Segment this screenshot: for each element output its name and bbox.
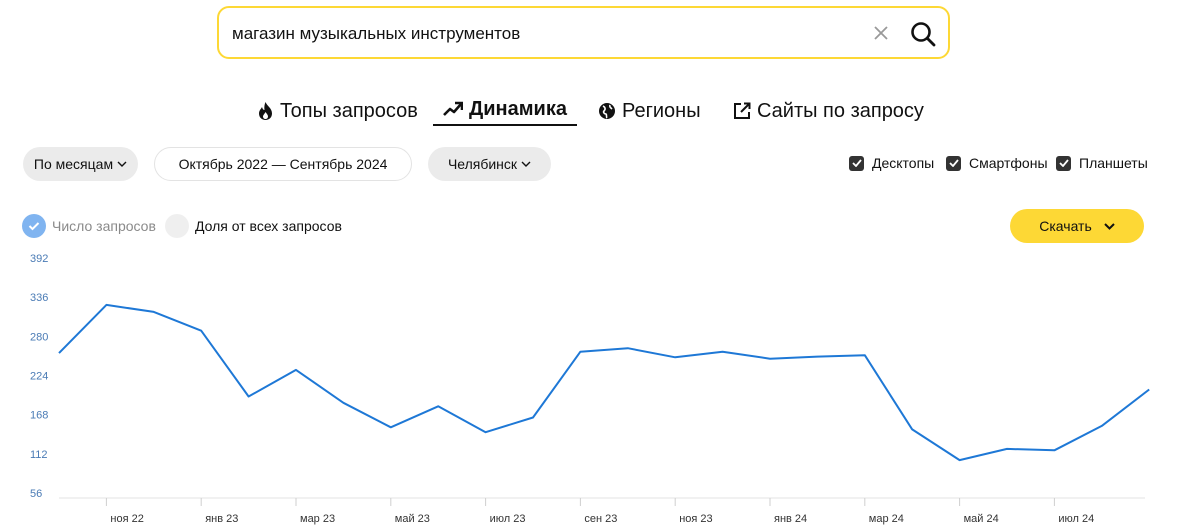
fire-icon: [259, 102, 272, 120]
chevron-down-icon: [521, 161, 531, 167]
tab-label: Сайты по запросу: [757, 99, 924, 122]
y-tick-label: 224: [30, 371, 48, 383]
data-point[interactable]: [764, 353, 776, 365]
checkbox-checked-icon[interactable]: [849, 155, 864, 171]
download-label: Скачать: [1039, 218, 1092, 234]
x-tick-label: янв 23: [205, 513, 238, 525]
tab-bar: Топы запросов Динамика Регионы Сайты по …: [0, 96, 1200, 128]
data-point[interactable]: [148, 306, 160, 318]
external-link-icon: [734, 102, 751, 119]
x-tick-label: мар 23: [300, 513, 335, 525]
x-tick-label: май 24: [964, 513, 999, 525]
device-smartphone-checkbox[interactable]: Смартфоны: [946, 155, 1048, 171]
metric-share-radio[interactable]: Доля от всех запросов: [165, 214, 342, 238]
region-select[interactable]: Челябинск: [428, 147, 551, 181]
tab-dynamics[interactable]: Динамика: [433, 96, 577, 126]
x-tick-label: июл 24: [1058, 513, 1094, 525]
checkbox-checked-icon[interactable]: [1056, 155, 1071, 171]
dynamics-chart: 392 336 280 224 168 112 56 ноя 22 янв 23 мар 23 ма…: [30, 253, 1155, 525]
x-tick-label: ноя 23: [679, 513, 712, 525]
period-type-label: По месяцам: [33, 156, 114, 172]
data-point[interactable]: [811, 351, 823, 363]
y-tick-label: 56: [30, 488, 42, 500]
tab-label: Топы запросов: [280, 99, 418, 122]
data-point[interactable]: [337, 397, 349, 409]
x-tick-label: янв 24: [774, 513, 807, 525]
data-point[interactable]: [53, 347, 65, 359]
series-line[interactable]: [58, 303, 1150, 462]
x-tick-label: ноя 22: [110, 513, 143, 525]
metric-share-label: Доля от всех запросов: [195, 218, 342, 234]
device-label: Десктопы: [872, 155, 935, 171]
data-point[interactable]: [1143, 384, 1155, 396]
y-tick-label: 112: [30, 449, 48, 461]
data-point[interactable]: [290, 364, 302, 376]
trending-up-icon: [443, 101, 463, 116]
radio-empty-icon: [165, 214, 189, 238]
globe-icon: [599, 103, 615, 119]
data-point[interactable]: [243, 391, 255, 403]
tab-sites[interactable]: Сайты по запросу: [733, 96, 924, 126]
data-point[interactable]: [954, 454, 966, 466]
device-label: Смартфоны: [969, 155, 1048, 171]
data-point[interactable]: [669, 351, 681, 363]
data-point[interactable]: [1048, 444, 1060, 456]
data-point[interactable]: [859, 349, 871, 361]
data-point[interactable]: [717, 346, 729, 358]
x-tick-label: июл 23: [490, 513, 526, 525]
region-label: Челябинск: [447, 156, 518, 172]
tab-top-queries[interactable]: Топы запросов: [257, 96, 418, 126]
y-tick-label: 392: [30, 253, 48, 265]
data-point[interactable]: [1096, 420, 1108, 432]
search-box[interactable]: магазин музыкальных инструментов: [217, 6, 950, 59]
y-tick-label: 280: [30, 331, 48, 343]
x-tick-label: май 23: [395, 513, 430, 525]
data-point[interactable]: [527, 412, 539, 424]
tab-label: Динамика: [469, 97, 567, 120]
tab-label: Регионы: [622, 99, 701, 122]
period-type-select[interactable]: По месяцам: [23, 147, 138, 181]
data-point[interactable]: [385, 421, 397, 433]
chevron-down-icon: [1104, 222, 1115, 230]
download-button[interactable]: Скачать: [1010, 209, 1144, 243]
checkbox-checked-icon[interactable]: [946, 155, 961, 171]
data-point[interactable]: [1001, 443, 1013, 455]
device-label: Планшеты: [1079, 155, 1148, 171]
data-point[interactable]: [480, 426, 492, 438]
data-point[interactable]: [432, 400, 444, 412]
data-point[interactable]: [622, 342, 634, 354]
x-tick-label: мар 24: [869, 513, 904, 525]
close-icon[interactable]: [871, 23, 891, 43]
tab-regions[interactable]: Регионы: [598, 96, 701, 126]
metric-count-radio[interactable]: Число запросов: [22, 214, 156, 238]
check-icon: [22, 214, 46, 238]
device-desktop-checkbox[interactable]: Десктопы: [849, 155, 934, 171]
x-tick-label: сен 23: [584, 513, 617, 525]
data-point[interactable]: [574, 346, 586, 358]
metric-count-label: Число запросов: [52, 218, 156, 234]
search-icon[interactable]: [909, 20, 937, 48]
device-tablet-checkbox[interactable]: Планшеты: [1056, 155, 1148, 171]
data-point[interactable]: [906, 423, 918, 435]
y-tick-label: 336: [30, 292, 48, 304]
date-range-picker[interactable]: Октябрь 2022 — Сентябрь 2024: [154, 147, 412, 181]
chevron-down-icon: [117, 161, 127, 167]
date-range-label: Октябрь 2022 — Сентябрь 2024: [178, 156, 388, 172]
search-input[interactable]: магазин музыкальных инструментов: [232, 24, 520, 44]
y-tick-label: 168: [30, 410, 48, 422]
data-point[interactable]: [195, 325, 207, 337]
data-point[interactable]: [100, 299, 112, 311]
